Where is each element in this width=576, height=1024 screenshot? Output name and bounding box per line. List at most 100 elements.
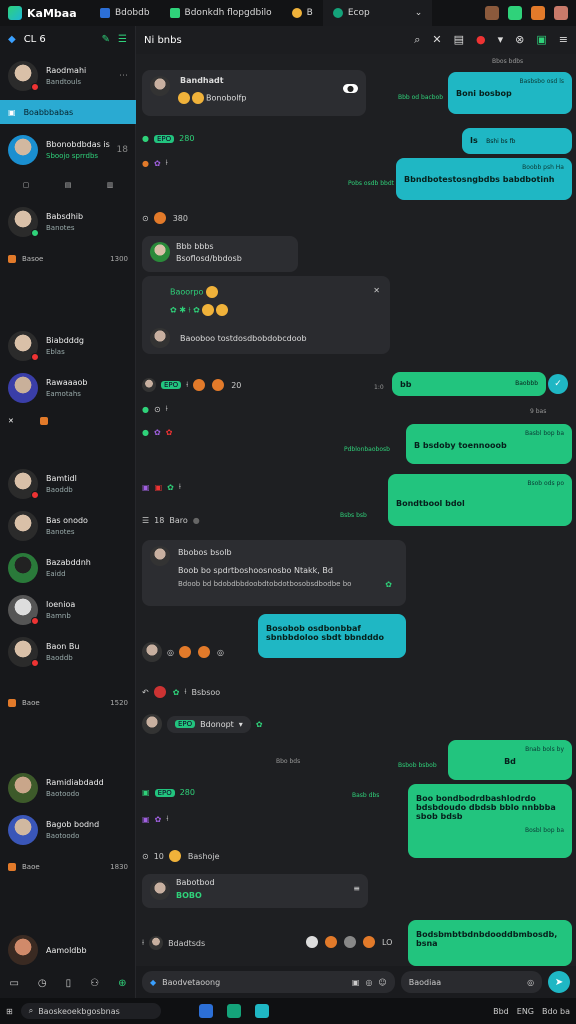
- chevron-down-icon[interactable]: ▾: [239, 720, 243, 729]
- contact-item[interactable]: Bagob bodnd Baotoodo: [0, 810, 136, 850]
- reaction-row[interactable]: ▣ ▣ ✿ ⟊: [142, 482, 181, 492]
- side-row[interactable]: ✕: [0, 412, 136, 430]
- outgoing-message[interactable]: Bsob ods po Bondtbool bdol: [388, 474, 572, 526]
- side-row[interactable]: Baoe 1830: [0, 858, 136, 876]
- reaction-row[interactable]: EPO ⟊ 20: [142, 378, 241, 392]
- back-icon[interactable]: ◆: [8, 34, 16, 45]
- incoming-message[interactable]: Bbobos bsolb Boob bo spdrtboshoosnosbo N…: [142, 540, 406, 606]
- chevron-down-icon[interactable]: ⌄: [415, 8, 423, 18]
- secondary-input[interactable]: Baodiaa ◎: [400, 971, 543, 993]
- start-icon[interactable]: ⊞: [6, 1007, 13, 1016]
- tab-4[interactable]: Ecop ⌄: [322, 0, 433, 26]
- reply-card[interactable]: Baoorpo ✿ ✱ ⟊ ✿ ✕ Baooboo tostdosdbobdob…: [142, 276, 390, 354]
- user-avatar[interactable]: [485, 6, 499, 20]
- contact-item-active[interactable]: ▣ Boabbbabas: [0, 100, 136, 124]
- reaction-row[interactable]: ↶ ✿ ⟊ Bsbsoo: [142, 686, 220, 698]
- contact-item[interactable]: Rawaaaob Eamotahs: [0, 368, 136, 408]
- tray-item[interactable]: Bbd: [493, 1007, 509, 1016]
- reaction-row[interactable]: ● EPO 280: [142, 134, 194, 143]
- image-icon[interactable]: ▣: [352, 978, 360, 987]
- contact-item[interactable]: Bas onodo Banotes: [0, 506, 136, 546]
- gif-icon[interactable]: ◎: [365, 978, 372, 987]
- chats-icon[interactable]: ▭: [9, 978, 18, 989]
- outgoing-message[interactable]: Bosobob osdbonbbaf sbnbbdoloo sbdt bbndd…: [258, 614, 406, 658]
- tab-1[interactable]: Bdobdb: [90, 0, 160, 26]
- outgoing-message[interactable]: bb Baobbb: [392, 372, 546, 396]
- outgoing-message[interactable]: Boo bondbodrdbashlodrdo bdsbdoudo dbdsb …: [408, 784, 572, 858]
- search-icon[interactable]: ⌕: [414, 33, 420, 47]
- close-icon[interactable]: ✕: [373, 286, 380, 295]
- contact-item[interactable]: Ioenioa Bamnb: [0, 590, 136, 630]
- outgoing-message[interactable]: Basbl bop ba B bsdoby toennooob: [406, 424, 572, 464]
- tab-2[interactable]: Bdonkdh flopgdbilo: [160, 0, 282, 26]
- files-icon[interactable]: ▯: [66, 978, 72, 989]
- reaction-row[interactable]: ▣ EPO 280: [142, 788, 195, 797]
- more-icon[interactable]: ⋯: [119, 71, 128, 81]
- message-input[interactable]: ◆ Baodvetaoong ▣ ◎ ☺: [142, 971, 395, 993]
- contact-item[interactable]: Biabdddg Eblas: [0, 326, 136, 366]
- mic-icon[interactable]: ◎: [527, 978, 534, 987]
- add-icon[interactable]: ⊕: [118, 978, 126, 989]
- outgoing-message[interactable]: Is Bshi bs fb: [462, 128, 572, 154]
- contact-item[interactable]: Bbonobdbdas is Sboojo sprrdbs 18: [0, 130, 136, 170]
- camera-icon[interactable]: ▢: [23, 181, 30, 189]
- attach-icon[interactable]: ◆: [150, 978, 156, 987]
- archive-icon[interactable]: ▥: [107, 181, 114, 189]
- contact-item[interactable]: Bazabddnh Eaidd: [0, 548, 136, 588]
- tab-3[interactable]: B: [282, 0, 323, 26]
- incoming-message[interactable]: Bandhadt Bonobolfp ●: [142, 70, 366, 116]
- row-time: 1300: [110, 255, 128, 263]
- toggle-icon[interactable]: ●: [343, 84, 358, 93]
- reaction-row[interactable]: ⊙ 10 Bashoje: [142, 850, 220, 862]
- reaction-row-right[interactable]: LO: [306, 936, 392, 948]
- app-icon[interactable]: [198, 1004, 213, 1018]
- menu-icon[interactable]: ≡: [559, 33, 568, 47]
- compose-icon[interactable]: ✎: [102, 34, 110, 45]
- grid-icon[interactable]: [508, 6, 522, 20]
- app-icon[interactable]: [226, 1004, 241, 1018]
- people-icon[interactable]: ⚇: [90, 978, 99, 989]
- emoji-picker-icon[interactable]: ☺: [378, 978, 386, 987]
- contact-item[interactable]: Raodmahi Bandtouls ⋯: [0, 56, 136, 96]
- contact-item[interactable]: Bamtidl Baoddb: [0, 464, 136, 504]
- reaction-chip[interactable]: EPO Bdonopt ▾: [167, 715, 251, 733]
- reaction-row[interactable]: ◎ ◎: [142, 642, 224, 662]
- alert-icon[interactable]: ●: [476, 33, 486, 47]
- app-icon[interactable]: [254, 1004, 269, 1018]
- reaction-row[interactable]: ☰ 18 Baro ●: [142, 516, 200, 525]
- filter-icon[interactable]: ≡: [353, 884, 360, 893]
- profile-avatar[interactable]: [554, 6, 568, 20]
- outgoing-message[interactable]: Boobb psh Ha Bbndbotestosngbdbs babdboti…: [396, 158, 572, 200]
- calendar-icon[interactable]: ▤: [454, 33, 464, 47]
- contact-item[interactable]: Ramidiabdadd Baotoodo: [0, 768, 136, 808]
- tools-icon[interactable]: ✕: [432, 33, 441, 47]
- contact-item[interactable]: Babsdhib Banotes: [0, 202, 136, 242]
- incoming-message[interactable]: Bbb bbbs Bsoflosd/bbdosb: [142, 236, 298, 272]
- incoming-message[interactable]: Babotbod BOBO ≡: [142, 874, 368, 908]
- outgoing-message[interactable]: Bnab bols by Bd: [448, 740, 572, 780]
- taskbar-search[interactable]: ⌕ Baoskeoekbgosbnas: [20, 1003, 161, 1019]
- outgoing-message[interactable]: Basbsbo osd ls Boni bosbop: [448, 72, 572, 114]
- apps-icon[interactable]: ▣: [536, 33, 546, 47]
- tray-item[interactable]: ENG: [517, 1007, 534, 1016]
- filter-icon[interactable]: ☰: [118, 34, 127, 45]
- outgoing-message[interactable]: Bodsbmbtbdnbdooddbmbosdb, bsna: [408, 920, 572, 966]
- reaction-row[interactable]: ● ✿ ✿: [142, 428, 172, 437]
- reaction-row[interactable]: ● ✿ ⟊: [142, 158, 168, 168]
- clock-icon[interactable]: ◷: [38, 978, 47, 989]
- settings-icon[interactable]: ⊗: [515, 33, 524, 47]
- notification-icon[interactable]: [531, 6, 545, 20]
- contact-item[interactable]: Aamoldbb: [0, 930, 136, 970]
- side-row[interactable]: Baoe 1520: [0, 694, 136, 712]
- contact-item[interactable]: Baon Bu Baoddb: [0, 632, 136, 672]
- reaction-row[interactable]: ⊙ 380: [142, 212, 188, 224]
- reaction-row[interactable]: ● ⊙ ⟊: [142, 404, 168, 414]
- send-button[interactable]: ➤: [548, 971, 570, 993]
- side-row[interactable]: Basoe 1300: [0, 250, 136, 268]
- tray-clock[interactable]: Bdo ba: [542, 1007, 570, 1016]
- reaction-row[interactable]: EPO Bdonopt ▾ ✿: [142, 714, 263, 734]
- reaction-row[interactable]: ⟊ Bdadtsds: [142, 936, 205, 950]
- folder-icon[interactable]: ▤: [65, 181, 72, 189]
- chevron-down-icon[interactable]: ▾: [498, 33, 504, 47]
- reaction-row[interactable]: ▣ ✿ ⟊: [142, 814, 168, 824]
